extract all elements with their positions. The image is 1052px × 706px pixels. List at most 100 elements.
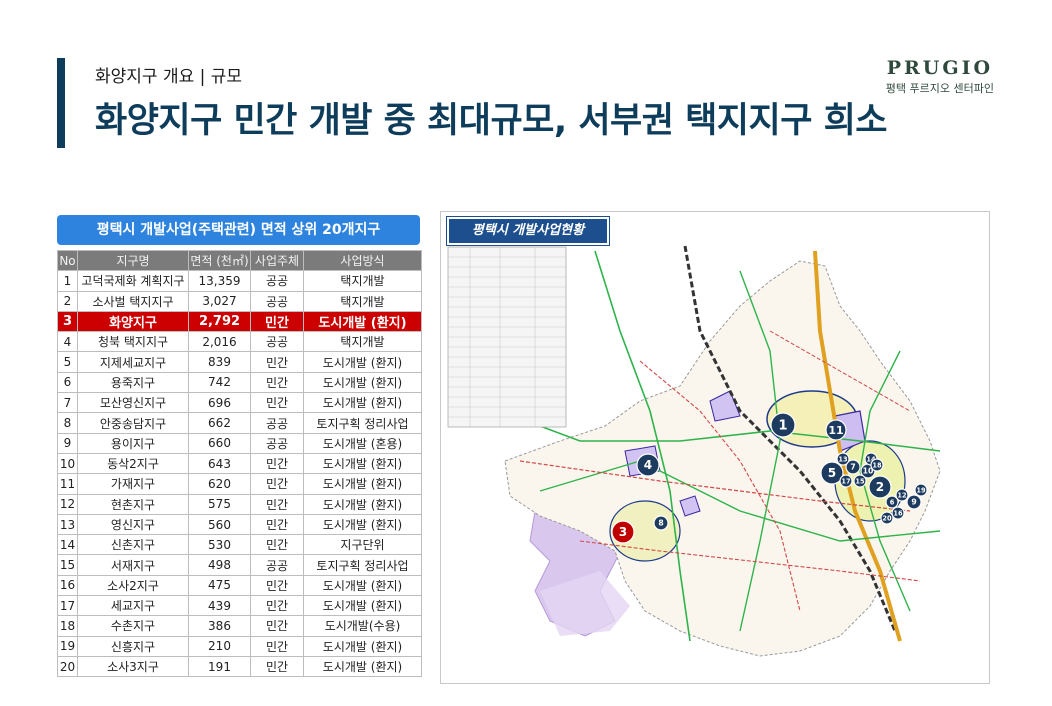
- cell-no: 13: [57, 513, 78, 536]
- map-marker-13: 13: [836, 452, 850, 466]
- cell-name: 현촌지구: [77, 493, 189, 515]
- map-marker-15: 15: [853, 474, 867, 488]
- cell-operator: 민간: [250, 392, 304, 414]
- map-marker-label: 15: [855, 477, 865, 485]
- cell-no: 20: [57, 655, 78, 678]
- col-header-name: 지구명: [77, 249, 189, 272]
- cell-operator: 민간: [250, 595, 304, 617]
- cell-area: 2,792: [188, 310, 251, 333]
- cell-no: 6: [57, 371, 78, 394]
- map-marker-label: 12: [897, 491, 907, 499]
- page-title: 화양지구 민간 개발 중 최대규모, 서부권 택지지구 희소: [95, 101, 888, 141]
- cell-operator: 민간: [250, 655, 304, 678]
- cell-no: 1: [57, 270, 78, 292]
- map-marker-label: 6: [890, 498, 895, 506]
- cell-method: 도시개발 (환지): [303, 371, 422, 394]
- district-table: No 지구명 면적 (천㎡) 사업주체 사업방식 1 고덕국제화 계획지구 13,3…: [57, 249, 422, 678]
- cell-no: 7: [57, 392, 78, 414]
- cell-area: 696: [188, 392, 251, 414]
- cell-no: 9: [57, 432, 78, 454]
- cell-name: 수촌지구: [77, 615, 189, 637]
- map-marker-11: 11: [825, 419, 847, 441]
- cell-area: 13,359: [188, 270, 251, 292]
- cell-method: 도시개발 (혼용): [303, 432, 422, 454]
- cell-method: 택지개발: [303, 331, 422, 353]
- cell-no: 12: [57, 493, 78, 515]
- cell-no: 2: [57, 290, 78, 312]
- cell-operator: 공공: [250, 270, 304, 292]
- col-header-operator: 사업주체: [250, 249, 304, 272]
- cell-name: 소사벌 택지지구: [77, 290, 189, 312]
- accent-bar: [57, 58, 65, 148]
- cell-operator: 민간: [250, 615, 304, 637]
- map-marker-3: 3: [611, 520, 635, 544]
- cell-name: 화양지구: [77, 310, 189, 333]
- map-marker-20: 20: [880, 511, 894, 525]
- cell-name: 세교지구: [77, 595, 189, 617]
- cell-no: 17: [57, 595, 78, 617]
- table-row: 2 소사벌 택지지구 3,027 공공 택지개발: [57, 290, 422, 312]
- cell-area: 662: [188, 412, 251, 434]
- table-row: 8 안중송담지구 662 공공 토지구획 정리사업: [57, 412, 422, 434]
- cell-operator: 민간: [250, 513, 304, 536]
- cell-area: 191: [188, 655, 251, 678]
- cell-area: 498: [188, 554, 251, 576]
- map-marker-label: 19: [916, 486, 926, 494]
- cell-operator: 공공: [250, 412, 304, 434]
- map-marker-label: 3: [619, 525, 627, 539]
- cell-method: 도시개발 (환지): [303, 655, 422, 678]
- table-row: 11 가재지구 620 민간 도시개발 (환지): [57, 473, 422, 495]
- map-marker-label: 1: [778, 419, 787, 434]
- cell-name: 가재지구: [77, 473, 189, 495]
- cell-area: 475: [188, 574, 251, 597]
- cell-method: 도시개발 (환지): [303, 595, 422, 617]
- cell-no: 16: [57, 574, 78, 597]
- table-row: 12 현촌지구 575 민간 도시개발 (환지): [57, 493, 422, 515]
- cell-method: 도시개발(수용): [303, 615, 422, 637]
- cell-method: 지구단위: [303, 534, 422, 556]
- cell-method: 도시개발 (환지): [303, 493, 422, 515]
- map-marker-label: 17: [841, 477, 851, 485]
- cell-operator: 민간: [250, 534, 304, 556]
- cell-operator: 민간: [250, 452, 304, 475]
- cell-name: 신촌지구: [77, 534, 189, 556]
- map-marker-12: 12: [895, 488, 909, 502]
- cell-method: 토지구획 정리사업: [303, 554, 422, 576]
- cell-name: 용죽지구: [77, 371, 189, 394]
- map-marker-label: 18: [872, 461, 882, 469]
- cell-area: 3,027: [188, 290, 251, 312]
- cell-method: 도시개발 (환지): [303, 392, 422, 414]
- cell-area: 530: [188, 534, 251, 556]
- development-map: 12345678910111213 14151617181920: [447, 245, 941, 657]
- table-row: 6 용죽지구 742 민간 도시개발 (환지): [57, 371, 422, 394]
- map-marker-label: 20: [882, 514, 892, 522]
- table-row: 16 소사2지구 475 민간 도시개발 (환지): [57, 574, 422, 597]
- map-marker-label: 5: [828, 466, 836, 480]
- cell-name: 청북 택지지구: [77, 331, 189, 353]
- table-title: 평택시 개발사업(주택관련) 면적 상위 20개지구: [57, 215, 420, 245]
- cell-method: 도시개발 (환지): [303, 513, 422, 536]
- table-row: 9 용이지구 660 공공 도시개발 (혼용): [57, 432, 422, 454]
- cell-area: 620: [188, 473, 251, 495]
- map-marker-label: 16: [893, 509, 903, 517]
- brand-wordmark: PRUGIO: [886, 57, 994, 79]
- table-row: 5 지제세교지구 839 민간 도시개발 (환지): [57, 351, 422, 373]
- cell-area: 575: [188, 493, 251, 515]
- cell-operator: 민간: [250, 310, 304, 333]
- map-marker-label: 7: [850, 463, 855, 472]
- cell-name: 지제세교지구: [77, 351, 189, 373]
- table-row: 18 수촌지구 386 민간 도시개발(수용): [57, 615, 422, 637]
- map-marker-17: 17: [839, 474, 853, 488]
- section-subtitle: 화양지구 개요 | 규모: [95, 67, 243, 87]
- cell-no: 3: [57, 310, 78, 333]
- cell-method: 토지구획 정리사업: [303, 412, 422, 434]
- table-row: 13 영신지구 560 민간 도시개발 (환지): [57, 513, 422, 536]
- map-marker-8: 8: [653, 515, 669, 531]
- cell-name: 고덕국제화 계획지구: [77, 270, 189, 292]
- cell-operator: 민간: [250, 371, 304, 394]
- cell-name: 서재지구: [77, 554, 189, 576]
- map-title: 평택시 개발사업현황: [447, 217, 609, 245]
- table-header-row: No 지구명 면적 (천㎡) 사업주체 사업방식: [57, 249, 422, 272]
- brand-name: 평택 푸르지오 센터파인: [885, 82, 994, 95]
- cell-area: 210: [188, 635, 251, 657]
